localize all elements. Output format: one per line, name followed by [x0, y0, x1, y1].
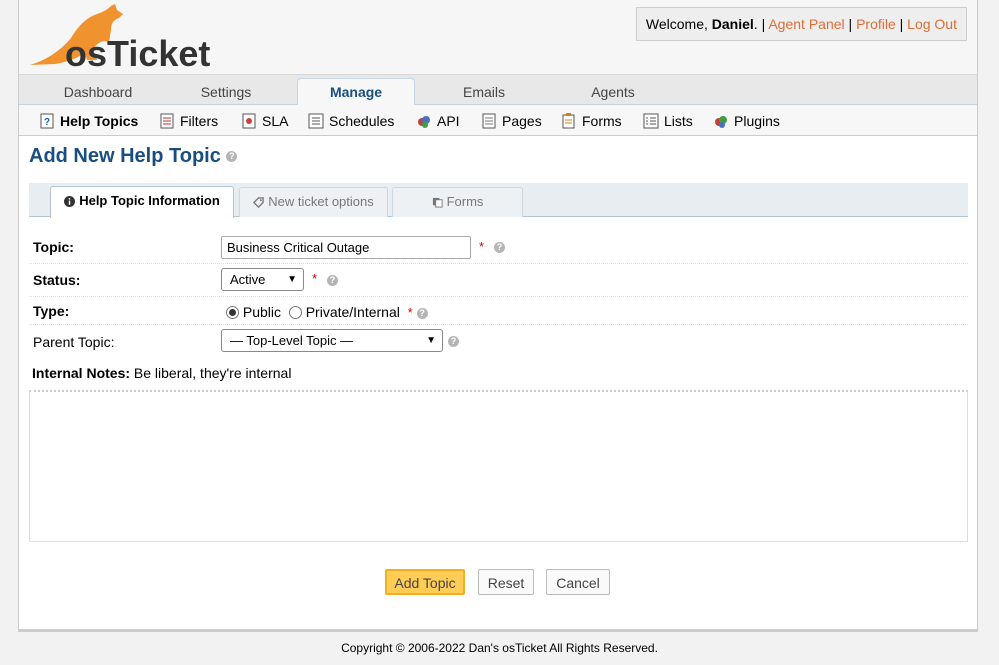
sla-icon: [242, 113, 256, 129]
logo[interactable]: osTicket: [27, 2, 237, 72]
api-icon: [418, 116, 430, 128]
tag-icon: [253, 197, 265, 209]
user-name: Daniel: [711, 16, 754, 32]
page-container: osTicket Welcome, Daniel. | Agent Panel …: [18, 0, 978, 632]
internal-notes-hint: Be liberal, they're internal: [133, 365, 292, 381]
schedules-icon: [308, 113, 324, 129]
filters-icon: [160, 113, 174, 129]
nav-tab-agents[interactable]: Agents: [554, 79, 672, 106]
parent-topic-select[interactable]: — Top-Level Topic — ▼: [221, 329, 443, 352]
agent-panel-link[interactable]: Agent Panel: [768, 16, 844, 32]
subnav-label: Filters: [180, 113, 219, 129]
help-icon[interactable]: ?: [494, 242, 505, 253]
required-mark: *: [312, 271, 318, 286]
footer: Copyright © 2006-2022 Dan's osTicket All…: [341, 641, 658, 655]
parent-topic-row: Parent Topic:: [29, 325, 968, 358]
status-value: Active: [230, 272, 266, 287]
status-select[interactable]: Active ▼: [221, 268, 304, 291]
separator: |: [899, 16, 904, 32]
reset-button[interactable]: Reset: [478, 569, 534, 595]
topic-label: Topic:: [33, 239, 74, 255]
add-topic-button[interactable]: Add Topic: [385, 569, 465, 595]
cancel-button[interactable]: Cancel: [546, 569, 610, 595]
type-row: Type:: [29, 297, 968, 325]
radio-private-label[interactable]: Private/Internal: [306, 304, 400, 320]
subnav-label: Pages: [502, 113, 542, 129]
radio-private[interactable]: [288, 306, 302, 319]
profile-link[interactable]: Profile: [856, 16, 896, 32]
welcome-suffix: .: [753, 16, 758, 32]
copy-icon: [432, 197, 443, 208]
kangaroo-logo-icon: osTicket: [30, 4, 210, 72]
status-label: Status:: [33, 272, 81, 288]
help-icon[interactable]: ?: [416, 307, 428, 319]
nav-tab-settings[interactable]: Settings: [167, 79, 285, 106]
required-mark: *: [407, 305, 413, 320]
internal-notes-label: Internal Notes:: [32, 365, 131, 381]
plugins-icon: [715, 116, 727, 128]
svg-text:osTicket: osTicket: [65, 33, 210, 72]
tab-forms[interactable]: Forms: [392, 187, 523, 217]
tab-label: New ticket options: [268, 194, 374, 209]
subnav-label: Help Topics: [60, 113, 139, 129]
subnav-label: Lists: [664, 113, 693, 129]
radio-public-label[interactable]: Public: [243, 304, 281, 320]
radio-public[interactable]: [226, 306, 239, 319]
status-row: Status:: [29, 264, 968, 297]
welcome-prefix: Welcome,: [645, 16, 712, 32]
svg-text:?: ?: [44, 117, 50, 128]
subnav-label: Schedules: [329, 113, 395, 129]
main-nav: Dashboard Settings Manage Emails Agents: [19, 74, 977, 106]
type-radio-group: Public Private/Internal * ?: [226, 304, 428, 320]
internal-notes-label-line: Internal Notes: Be liberal, they're inte…: [32, 365, 291, 381]
pages-icon: [482, 113, 496, 129]
parent-topic-label: Parent Topic:: [33, 334, 115, 350]
help-topics-icon: ?: [40, 113, 54, 129]
type-label: Type:: [33, 303, 70, 319]
page-title-text: Add New Help Topic: [29, 145, 221, 167]
page-title: Add New Help Topic ?: [29, 145, 238, 168]
help-icon[interactable]: ?: [448, 336, 459, 347]
nav-tab-emails[interactable]: Emails: [425, 79, 543, 106]
forms-icon: [562, 113, 575, 129]
nav-tab-dashboard[interactable]: Dashboard: [39, 79, 157, 106]
form-tabs: Help Topic Information New ticket option…: [29, 183, 968, 218]
subnav-label: Plugins: [734, 113, 780, 129]
sub-nav: ? Help Topics Filters SLA Schedules API …: [19, 105, 977, 136]
required-mark: *: [479, 239, 485, 254]
user-info-bar: Welcome, Daniel. | Agent Panel | Profile…: [635, 7, 967, 41]
chevron-down-icon: ▼: [426, 335, 436, 346]
nav-tab-manage[interactable]: Manage: [297, 78, 415, 106]
tab-new-ticket-options[interactable]: New ticket options: [239, 187, 388, 217]
help-icon[interactable]: ?: [327, 275, 338, 286]
subnav-label: Forms: [582, 113, 622, 129]
tab-label: Help Topic Information: [79, 193, 220, 208]
separator: |: [761, 16, 766, 32]
topic-input[interactable]: [221, 236, 471, 259]
tab-help-topic-information[interactable]: Help Topic Information: [50, 186, 234, 218]
tab-label: Forms: [446, 194, 484, 209]
subnav-label: API: [437, 113, 460, 129]
help-icon[interactable]: ?: [226, 151, 238, 163]
parent-topic-value: — Top-Level Topic —: [230, 333, 354, 348]
chevron-down-icon: ▼: [287, 274, 297, 285]
logout-link[interactable]: Log Out: [907, 16, 957, 32]
header: osTicket Welcome, Daniel. | Agent Panel …: [19, 0, 977, 74]
lists-icon: [643, 113, 659, 129]
separator: |: [848, 16, 853, 32]
internal-notes-editor[interactable]: [29, 390, 968, 542]
subnav-label: SLA: [262, 113, 289, 129]
info-icon: [64, 196, 76, 208]
